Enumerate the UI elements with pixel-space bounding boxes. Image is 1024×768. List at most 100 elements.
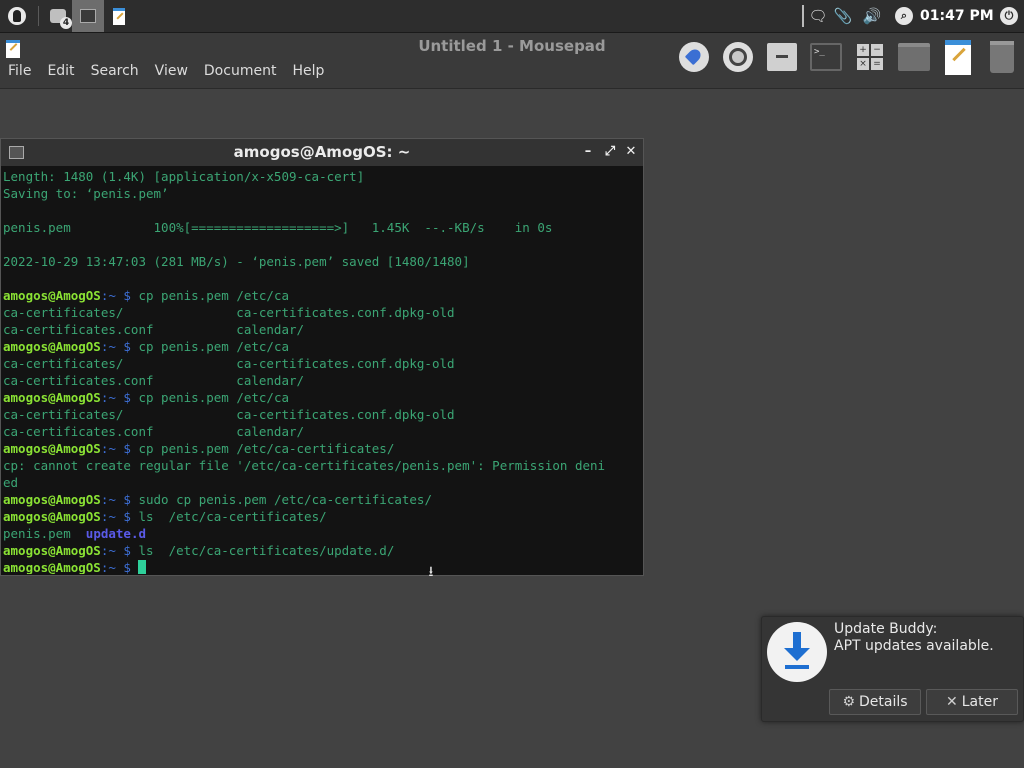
- prompt-user: amogos@AmogOS: [3, 509, 101, 524]
- launcher-terminal[interactable]: >_: [806, 37, 846, 77]
- terminal-line: ​: [3, 202, 643, 219]
- prompt-path: :~ $: [100, 509, 139, 524]
- prompt-path: :~ $: [100, 339, 139, 354]
- rocket-icon: [679, 42, 709, 72]
- gear-icon: ⚙: [842, 694, 855, 710]
- terminal-line: ca-certificates.conf calendar/: [3, 424, 305, 439]
- prompt-path: :~ $: [100, 492, 139, 507]
- prompt-user: amogos@AmogOS: [3, 543, 101, 558]
- terminal-line: amogos@AmogOS:~ $ cp penis.pem /etc/ca-c…: [3, 440, 643, 457]
- workspace-switcher-button[interactable]: 4: [44, 0, 72, 32]
- prompt-path: :~ $: [100, 441, 139, 456]
- terminal-line: ed: [3, 475, 19, 490]
- terminal-line: ca-certificates/ ca-certificates.conf.dp…: [3, 305, 455, 320]
- power-icon: ⏻: [1000, 7, 1018, 25]
- menu-help[interactable]: Help: [284, 61, 332, 83]
- terminal-line: amogos@AmogOS:~ $ cp penis.pem /etc/ca: [3, 287, 643, 304]
- trash-icon: [990, 41, 1014, 73]
- terminal-line: penis.pem update.d: [3, 525, 643, 542]
- launcher-rocket[interactable]: [674, 37, 714, 77]
- terminal-icon: >_: [810, 43, 842, 71]
- terminal-line: ​: [3, 236, 643, 253]
- prompt-user: amogos@AmogOS: [3, 390, 101, 405]
- clipboard-tray-button[interactable]: 📎: [832, 0, 854, 32]
- download-icon: [767, 622, 827, 682]
- notification-title: Update Buddy:: [834, 621, 938, 637]
- close-icon: ✕: [946, 694, 958, 710]
- terminal-line: amogos@AmogOS:~ $ sudo cp penis.pem /etc…: [3, 491, 643, 508]
- launcher-text-editor[interactable]: [938, 37, 978, 77]
- launcher-browser[interactable]: [718, 37, 758, 77]
- command-text: cp penis.pem /etc/ca: [138, 390, 289, 405]
- folder-icon: [898, 43, 930, 71]
- text-cursor: [138, 560, 147, 574]
- terminal-line: penis.pem 100%[===================>] 1.4…: [3, 220, 553, 235]
- command-text: cp penis.pem /etc/ca-certificates/: [138, 441, 395, 456]
- terminal-output[interactable]: Length: 1480 (1.4K) [application/x-x509-…: [3, 168, 643, 574]
- prompt-user: amogos@AmogOS: [3, 288, 101, 303]
- terminal-line: ca-certificates/ ca-certificates.conf.dp…: [3, 356, 455, 371]
- distro-menu-icon: [8, 7, 26, 25]
- prompt-user: amogos@AmogOS: [3, 492, 101, 507]
- speaker-icon: 🔊: [862, 6, 882, 25]
- search-icon: ⌕: [895, 7, 913, 25]
- maximize-button[interactable]: ⤢: [601, 143, 619, 161]
- menu-edit[interactable]: Edit: [39, 61, 82, 83]
- menu-file[interactable]: File: [0, 61, 39, 83]
- menu-search[interactable]: Search: [83, 61, 147, 83]
- command-text: cp penis.pem /etc/ca: [138, 339, 289, 354]
- terminal-line: Length: 1480 (1.4K) [application/x-x509-…: [3, 169, 365, 184]
- file-entry: penis.pem: [3, 526, 71, 541]
- power-button[interactable]: ⏻: [996, 0, 1022, 32]
- panel-separator: [802, 5, 804, 27]
- text-editor-icon: [6, 40, 20, 58]
- search-tray-button[interactable]: ⌕: [892, 0, 916, 32]
- terminal-line: ca-certificates.conf calendar/: [3, 322, 305, 337]
- workspace-switcher-icon: 4: [50, 9, 72, 29]
- terminal-window: amogos@AmogOS: ~ – ⤢ ✕ Length: 1480 (1.4…: [0, 138, 644, 576]
- app-menu-button[interactable]: [2, 0, 32, 32]
- calculator-icon: + − × =: [855, 42, 885, 72]
- prompt-user: amogos@AmogOS: [3, 441, 101, 456]
- terminal-line: ca-certificates.conf calendar/: [3, 373, 305, 388]
- menu-view[interactable]: View: [147, 61, 196, 83]
- panel-separator: [38, 6, 39, 26]
- text-editor-icon: [113, 7, 125, 25]
- taskbar-mousepad-button[interactable]: [104, 0, 134, 32]
- terminal-line: amogos@AmogOS:~ $ ls /etc/ca-certificate…: [3, 508, 643, 525]
- terminal-line: amogos@AmogOS:~ $ cp penis.pem /etc/ca: [3, 338, 643, 355]
- notification-body: APT updates available.: [834, 638, 994, 654]
- browser-icon: [723, 42, 753, 72]
- prompt-user: amogos@AmogOS: [3, 339, 101, 354]
- paperclip-icon: 📎: [833, 6, 853, 25]
- launcher-calculator[interactable]: + − × =: [850, 37, 890, 77]
- clock[interactable]: 01:47 PM: [920, 0, 994, 32]
- terminal-line: ca-certificates/ ca-certificates.conf.dp…: [3, 407, 455, 422]
- taskbar-terminal-button[interactable]: [72, 0, 104, 32]
- update-notification: Update Buddy: APT updates available. ⚙ D…: [761, 616, 1024, 722]
- menu-bar: File Edit Search View Document Help: [0, 61, 332, 83]
- volume-tray-button[interactable]: 🔊: [860, 0, 884, 32]
- later-button[interactable]: ✕ Later: [926, 689, 1018, 715]
- launcher-files[interactable]: [894, 37, 934, 77]
- launcher-trash[interactable]: [982, 37, 1022, 77]
- terminal-line: amogos@AmogOS:~ $ cp penis.pem /etc/ca: [3, 389, 643, 406]
- terminal-line: cp: cannot create regular file '/etc/ca-…: [3, 458, 606, 473]
- text-editor-icon: [945, 39, 971, 75]
- close-button[interactable]: ✕: [622, 143, 640, 161]
- minimize-button[interactable]: –: [579, 143, 597, 161]
- terminal-line: Saving to: ‘penis.pem’: [3, 186, 169, 201]
- later-button-label: Later: [961, 694, 998, 710]
- command-text: ls /etc/ca-certificates/update.d/: [138, 543, 395, 558]
- command-text: sudo cp penis.pem /etc/ca-certificates/: [138, 492, 432, 507]
- terminal-line: ​: [3, 270, 643, 287]
- archive-icon: [767, 43, 797, 71]
- menu-document[interactable]: Document: [196, 61, 285, 83]
- mousepad-window: Untitled 1 - Mousepad File Edit Search V…: [0, 33, 1024, 89]
- launcher-archive[interactable]: [762, 37, 802, 77]
- terminal-titlebar[interactable]: amogos@AmogOS: ~ – ⤢ ✕: [1, 139, 643, 166]
- command-text: ls /etc/ca-certificates/: [138, 509, 327, 524]
- notifications-tray-button[interactable]: 🗨: [808, 0, 828, 32]
- details-button[interactable]: ⚙ Details: [829, 689, 921, 715]
- directory-entry: update.d: [85, 526, 147, 541]
